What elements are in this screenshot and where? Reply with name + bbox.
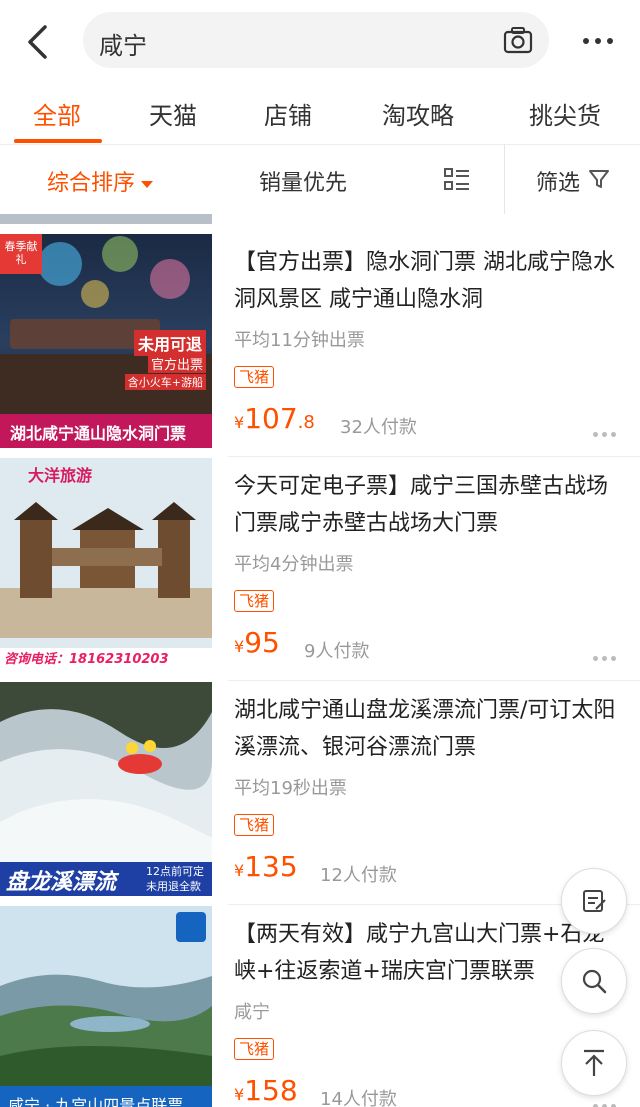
- tab-guides[interactable]: 淘攻略: [382, 96, 454, 131]
- product-image[interactable]: 春季献礼 未用可退 官方出票 含小火车+游船 湖北咸宁通山隐水洞门票: [0, 234, 212, 448]
- product-image[interactable]: 大洋旅游 咨询电话：18162310203: [0, 458, 212, 672]
- image-phone: 咨询电话：18162310203: [4, 652, 169, 667]
- search-similar-icon: [582, 969, 607, 994]
- arrow-up-icon: [584, 1049, 604, 1076]
- image-caption: 咸宁 · 九宫山四景点联票: [8, 1096, 184, 1107]
- product-price: ¥107.8: [234, 402, 315, 435]
- category-tabs: 全部 天猫 店铺 淘攻略 挑尖货: [0, 86, 640, 144]
- product-card[interactable]: 咸宁 · 九宫山四景点联票 【两天有效】咸宁九宫山大门票+石龙峡+往返索道+瑞庆…: [0, 906, 640, 1107]
- sold-count: 9人付款: [304, 641, 370, 662]
- similar-search-button[interactable]: [561, 948, 627, 1014]
- product-card[interactable]: 大洋旅游 咨询电话：18162310203 今天可定电子票】咸宁三国赤壁古战场门…: [0, 458, 640, 682]
- price-integer: 158: [244, 1074, 298, 1107]
- sort-sales[interactable]: 销量优先: [259, 165, 347, 197]
- item-divider: [228, 680, 640, 681]
- image-caption: 盘龙溪漂流: [6, 870, 117, 895]
- image-caption: 湖北咸宁通山隐水洞门票: [10, 424, 187, 443]
- more-options-icon[interactable]: [593, 656, 616, 661]
- tab-shops[interactable]: 店铺: [264, 96, 312, 131]
- sort-divider: [504, 144, 505, 214]
- image-refund-label: 未用可退: [133, 330, 206, 356]
- product-image[interactable]: 盘龙溪漂流 12点前可定 未用退全款: [0, 682, 212, 896]
- filter-button[interactable]: 筛选: [536, 165, 580, 197]
- active-tab-indicator: [14, 139, 102, 143]
- product-subtitle: 咸宁: [234, 1002, 270, 1023]
- product-card[interactable]: 盘龙溪漂流 12点前可定 未用退全款 湖北咸宁通山盘龙溪漂流门票/可订太阳溪漂流…: [0, 682, 640, 906]
- edit-icon: [583, 890, 606, 912]
- image-brand: 大洋旅游: [28, 466, 93, 485]
- top-bar: 咸宁: [0, 0, 640, 86]
- sold-count: 32人付款: [340, 417, 417, 438]
- sort-comprehensive[interactable]: 综合排序: [47, 165, 154, 197]
- image-official-label: 官方出票: [147, 354, 206, 373]
- product-list: 春季献礼 未用可退 官方出票 含小火车+游船 湖北咸宁通山隐水洞门票 【官方出票…: [0, 214, 640, 1107]
- image-note-2: 未用退全款: [146, 880, 201, 893]
- filter-icon[interactable]: [588, 168, 610, 194]
- previous-item-image: [0, 214, 212, 224]
- fliggy-tag: 飞猪: [234, 590, 275, 612]
- product-title[interactable]: 【官方出票】隐水洞门票 湖北咸宁隐水洞风景区 咸宁通山隐水洞: [234, 244, 624, 318]
- list-view-icon[interactable]: [443, 167, 471, 197]
- image-note-1: 12点前可定: [146, 865, 204, 878]
- sort-bar: 综合排序 销量优先 筛选: [0, 144, 640, 216]
- product-title[interactable]: 今天可定电子票】咸宁三国赤壁古战场门票咸宁赤壁古战场大门票: [234, 468, 624, 542]
- more-icon[interactable]: [583, 38, 613, 44]
- product-image[interactable]: 咸宁 · 九宫山四景点联票: [0, 906, 212, 1107]
- product-price: ¥135: [234, 850, 298, 883]
- search-query: 咸宁: [99, 32, 147, 60]
- back-to-top-button[interactable]: [561, 1030, 627, 1096]
- product-price: ¥95: [234, 626, 280, 659]
- item-divider: [228, 456, 640, 457]
- price-integer: 135: [244, 850, 298, 883]
- camera-icon[interactable]: [503, 26, 533, 54]
- product-subtitle: 平均11分钟出票: [234, 330, 365, 351]
- product-subtitle: 平均19秒出票: [234, 778, 347, 799]
- fliggy-tag: 飞猪: [234, 1038, 275, 1060]
- feedback-button[interactable]: [561, 868, 627, 934]
- price-decimal: .8: [297, 412, 315, 433]
- image-badge: 春季献礼: [4, 240, 38, 266]
- sold-count: 14人付款: [320, 1089, 397, 1107]
- caret-down-icon: [141, 180, 154, 188]
- image-includes-label: 含小火车+游船: [124, 374, 206, 390]
- tab-picks[interactable]: 挑尖货: [529, 96, 601, 131]
- sort-comprehensive-label: 综合排序: [47, 171, 136, 196]
- more-options-icon[interactable]: [593, 432, 616, 437]
- product-subtitle: 平均4分钟出票: [234, 554, 354, 575]
- fliggy-tag: 飞猪: [234, 814, 275, 836]
- sold-count: 12人付款: [320, 865, 397, 886]
- product-title[interactable]: 湖北咸宁通山盘龙溪漂流门票/可订太阳溪漂流、银河谷漂流门票: [234, 692, 624, 766]
- tab-all[interactable]: 全部: [33, 96, 81, 131]
- fliggy-tag: 飞猪: [234, 366, 275, 388]
- tab-tmall[interactable]: 天猫: [149, 96, 197, 131]
- product-price: ¥158: [234, 1074, 298, 1107]
- back-icon[interactable]: [18, 22, 58, 62]
- search-input[interactable]: 咸宁: [83, 12, 549, 68]
- price-integer: 95: [244, 626, 280, 659]
- product-card[interactable]: 春季献礼 未用可退 官方出票 含小火车+游船 湖北咸宁通山隐水洞门票 【官方出票…: [0, 234, 640, 458]
- price-integer: 107: [244, 402, 298, 435]
